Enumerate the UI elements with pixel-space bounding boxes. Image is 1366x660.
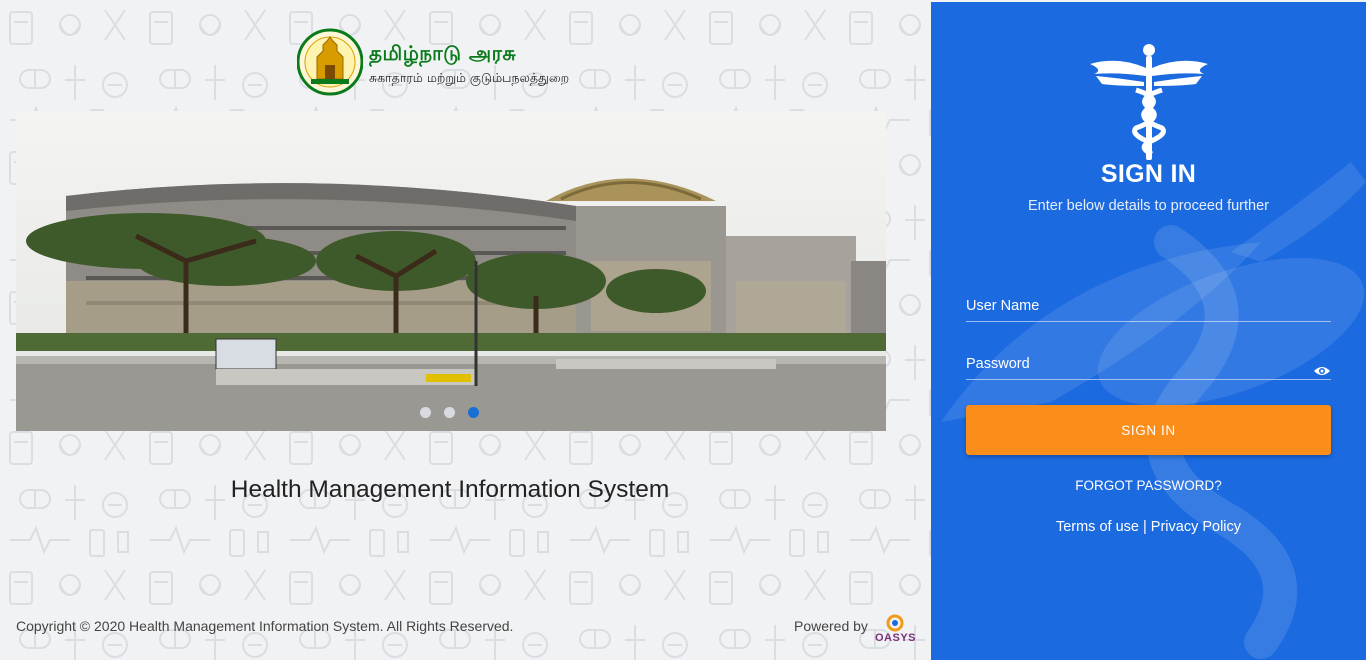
carousel-dot-3[interactable] [468, 407, 479, 418]
legal-links: Terms of use | Privacy Policy [931, 519, 1366, 535]
left-panel: தமிழ்நாடு அரசு சுகாதாரம் மற்றும் குடும்ப… [0, 0, 931, 660]
image-carousel[interactable] [16, 111, 886, 431]
forgot-password-link[interactable]: FORGOT PASSWORD? [931, 478, 1366, 493]
brand-subtitle: சுகாதாரம் மற்றும் குடும்பநலத்துறை [369, 70, 570, 85]
system-title: Health Management Information System [230, 476, 670, 503]
oasys-wordmark: OASYS [875, 632, 917, 644]
password-input[interactable] [966, 348, 1331, 379]
signin-panel: SIGN IN Enter below details to proceed f… [931, 2, 1366, 660]
powered-by-label: Powered by [794, 618, 868, 634]
emblem-icon [297, 28, 363, 96]
username-input[interactable] [966, 290, 1331, 321]
carousel-indicators [420, 407, 479, 418]
privacy-policy-link[interactable]: Privacy Policy [1151, 519, 1241, 535]
password-field-wrapper [966, 348, 1331, 380]
username-field-wrapper [966, 290, 1331, 322]
copyright-text: Copyright © 2020 Health Management Infor… [16, 618, 514, 634]
signin-title: SIGN IN [1100, 160, 1197, 188]
carousel-dot-2[interactable] [444, 407, 455, 418]
carousel-dot-1[interactable] [420, 407, 431, 418]
eye-icon[interactable] [1313, 364, 1331, 378]
signin-subtitle: Enter below details to proceed further [1028, 198, 1269, 214]
link-separator: | [1138, 519, 1151, 535]
carousel-slide-image [16, 111, 886, 431]
terms-of-use-link[interactable]: Terms of use [1056, 519, 1139, 535]
brand-title: தமிழ்நாடு அரசு [369, 41, 517, 65]
caduceus-icon [1090, 44, 1208, 160]
government-brand: தமிழ்நாடு அரசு சுகாதாரம் மற்றும் குடும்ப… [297, 27, 617, 107]
signin-button[interactable]: SIGN IN [966, 405, 1331, 455]
